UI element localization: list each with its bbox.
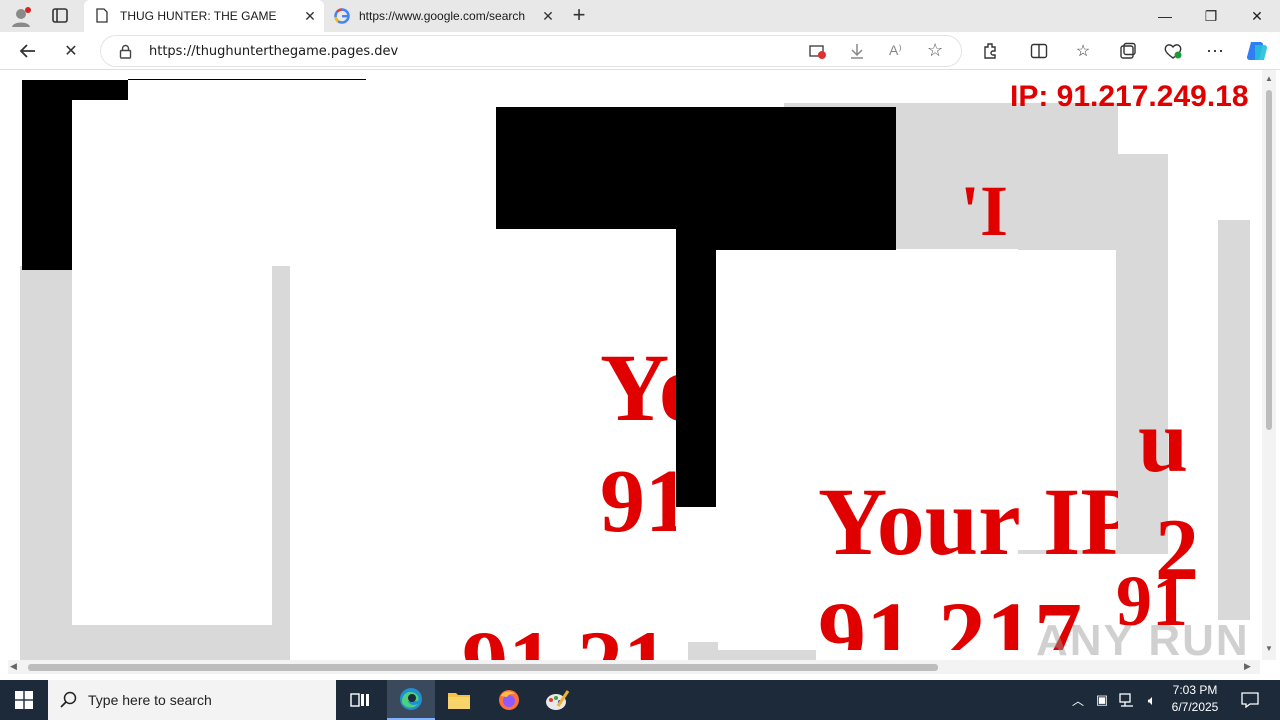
horizontal-scroll-thumb[interactable] (28, 664, 938, 671)
close-window-icon[interactable]: ✕ (1234, 0, 1280, 32)
firefox-icon[interactable] (485, 680, 533, 720)
anyrun-watermark: ANY RUN (1036, 616, 1250, 665)
new-tab-button[interactable]: + (566, 4, 592, 28)
blocked-popup-icon[interactable] (809, 44, 827, 65)
vertical-scroll-thumb[interactable] (1266, 90, 1272, 430)
favorites-icon[interactable]: ☆ (1068, 36, 1098, 66)
split-screen-icon[interactable] (1024, 36, 1054, 66)
google-icon (334, 8, 350, 24)
glitch-block (716, 650, 816, 660)
favorite-star-icon[interactable]: ☆ (927, 40, 943, 61)
url-text: https://thughunterthegame.pages.dev (149, 44, 399, 59)
restore-icon[interactable]: ❐ (1188, 0, 1234, 32)
windows-start-icon[interactable] (0, 680, 48, 720)
scroll-right-arrow-icon[interactable]: ▶ (1244, 661, 1251, 672)
glitch-block (72, 100, 272, 625)
web-page-viewport: 'I Yo 91 u Your IP 2 91 91.217 91.21 IP:… (0, 70, 1280, 680)
settings-more-icon[interactable]: ⋯ (1200, 36, 1230, 66)
vertical-scrollbar[interactable]: ▲ ▼ (1262, 70, 1276, 660)
glitch-block (1168, 110, 1218, 240)
glitch-block (496, 107, 896, 229)
extensions-icon[interactable] (976, 36, 1006, 66)
search-icon (60, 691, 78, 714)
scroll-down-arrow-icon[interactable]: ▼ (1265, 644, 1273, 653)
taskbar-search-input[interactable]: Type here to search (48, 680, 336, 720)
profile-icon[interactable] (10, 6, 32, 28)
tab-google-search[interactable]: https://www.google.com/search ✕ (326, 0, 562, 32)
clock-date: 6/7/2025 (1171, 700, 1219, 714)
stop-loading-icon[interactable]: ✕ (56, 36, 86, 66)
back-arrow-icon[interactable] (13, 36, 43, 66)
collections-icon[interactable] (1113, 36, 1143, 66)
tab-title: THUG HUNTER: THE GAME (120, 9, 277, 23)
search-placeholder: Type here to search (88, 692, 212, 708)
browser-essentials-icon[interactable] (1158, 36, 1188, 66)
ip-fragment: Your IP (818, 468, 1118, 575)
horizontal-scrollbar[interactable]: ◀ ▶ (8, 660, 1260, 674)
minimize-icon[interactable]: — (1142, 0, 1188, 32)
task-view-icon[interactable] (336, 680, 384, 720)
scroll-up-arrow-icon[interactable]: ▲ (1265, 74, 1273, 83)
glitch-block (676, 228, 716, 507)
tab-title: https://www.google.com/search (359, 9, 526, 23)
clock-time: 7:03 PM (1172, 683, 1218, 697)
address-bar[interactable]: https://thughunterthegame.pages.dev A⁾ ☆ (100, 35, 962, 67)
tab-thug-hunter[interactable]: THUG HUNTER: THE GAME ✕ (84, 0, 324, 32)
download-icon[interactable] (849, 43, 865, 65)
close-tab-icon[interactable]: ✕ (302, 8, 318, 24)
page-icon (96, 8, 110, 24)
ip-fragment: u (1138, 392, 1189, 491)
glitch-block (22, 80, 72, 270)
browser-toolbar: ✕ https://thughunterthegame.pages.dev A⁾… (0, 32, 1280, 70)
system-clock[interactable]: 7:03 PM 6/7/2025 (1160, 682, 1230, 716)
glitch-block (688, 642, 718, 660)
ip-fragment: Yo (600, 334, 676, 441)
ip-fragment: 91.21 (462, 610, 682, 660)
ip-address-header: IP: 91.217.249.18 (1010, 80, 1249, 113)
ip-fragment: 91 (600, 452, 676, 551)
glitch-line (128, 79, 366, 80)
paint-app-icon[interactable] (533, 680, 581, 720)
copilot-icon[interactable] (1242, 36, 1272, 66)
tab-actions-icon[interactable] (50, 7, 70, 25)
ip-fragment: 'I (960, 171, 1009, 251)
windows-taskbar: Type here to search ︿ ▣ 🔈︎ 7:03 PM 6/7/2… (0, 680, 1280, 720)
lock-icon[interactable] (119, 44, 132, 64)
glitch-block (1218, 220, 1250, 620)
notifications-icon[interactable] (1230, 680, 1270, 720)
file-explorer-icon[interactable] (435, 680, 483, 720)
device-icon[interactable]: ▣ (1088, 680, 1116, 720)
edge-browser-icon[interactable] (387, 680, 435, 720)
tab-bar: THUG HUNTER: THE GAME ✕ https://www.goog… (0, 0, 1280, 32)
scroll-left-arrow-icon[interactable]: ◀ (10, 661, 17, 672)
network-icon[interactable] (1113, 680, 1141, 720)
read-aloud-icon[interactable]: A⁾ (889, 42, 902, 59)
close-tab-icon[interactable]: ✕ (540, 8, 556, 24)
